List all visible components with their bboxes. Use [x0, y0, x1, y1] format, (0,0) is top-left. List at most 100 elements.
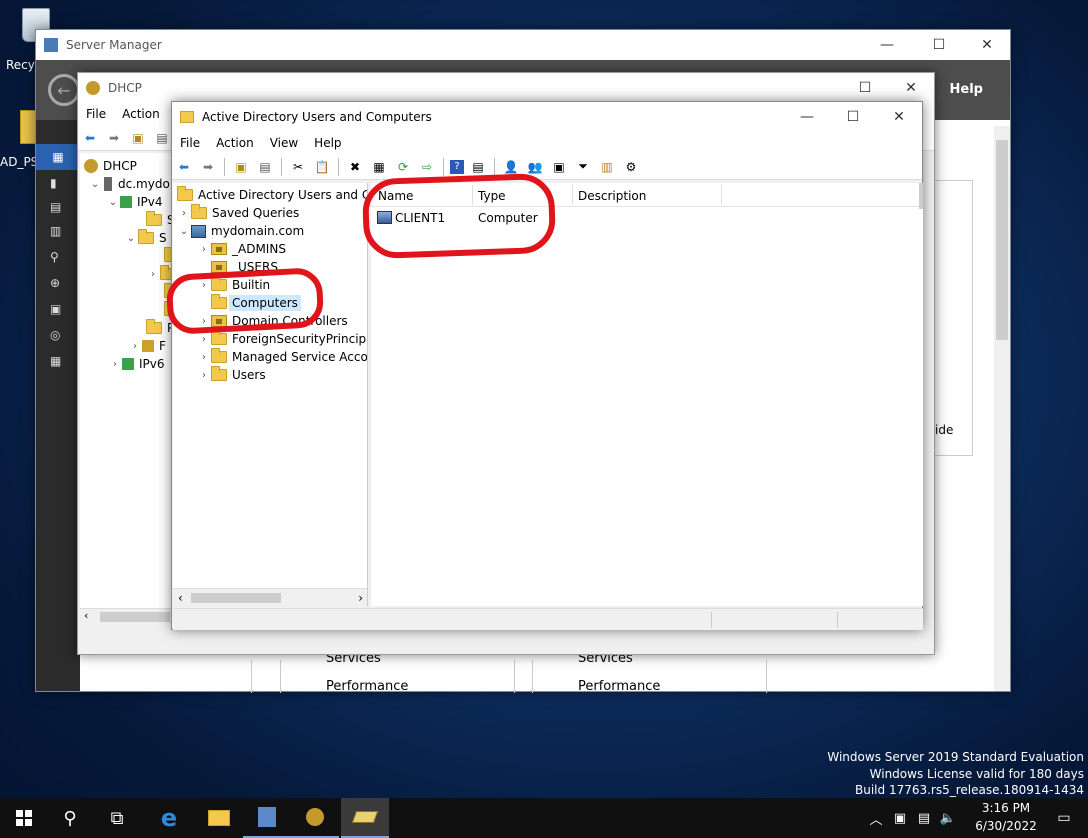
close-button[interactable]: ✕	[888, 73, 934, 103]
forward-arrow-icon[interactable]: ➡	[198, 158, 218, 176]
chevron-right-icon[interactable]: ›	[197, 370, 211, 381]
new-ou-icon[interactable]: ▣	[549, 158, 569, 176]
back-button[interactable]: ←	[48, 74, 80, 106]
up-folder-icon[interactable]: ▣	[128, 129, 148, 147]
dashboard-icon[interactable]: ▦	[36, 144, 80, 170]
export-list-icon[interactable]: ⇨	[417, 158, 437, 176]
show-tree-icon[interactable]: ▤	[152, 129, 172, 147]
clock-time[interactable]: 3:16 PM	[966, 801, 1046, 815]
delete-icon[interactable]: ✖	[345, 158, 365, 176]
close-button[interactable]: ✕	[964, 30, 1010, 60]
chevron-right-icon[interactable]: ›	[197, 352, 211, 363]
internet-explorer-icon[interactable]: e	[145, 798, 193, 838]
scroll-left-icon[interactable]: ‹	[178, 591, 183, 605]
chevron-right-icon[interactable]: ›	[128, 341, 142, 352]
task-view-icon[interactable]: ⧉	[93, 798, 141, 838]
back-arrow-icon[interactable]: ⬅	[174, 158, 194, 176]
chevron-down-icon[interactable]: ⌄	[124, 233, 138, 244]
tree-item-saved-queries[interactable]: › Saved Queries	[177, 204, 299, 222]
chevron-down-icon[interactable]: ⌄	[88, 179, 102, 190]
notification-icon[interactable]: ▭	[1040, 798, 1088, 838]
server-manager-taskbar-icon[interactable]	[243, 798, 291, 838]
scroll-right-icon[interactable]: ›	[358, 591, 363, 605]
menu-file[interactable]: File	[172, 136, 208, 150]
clipboard-icon[interactable]: 📋	[312, 158, 332, 176]
network-icon[interactable]: ▤	[912, 798, 936, 838]
add-to-group-icon[interactable]: ▥	[597, 158, 617, 176]
tree-item-users[interactable]: › Users	[197, 366, 266, 384]
tree-item-dhcp[interactable]: DHCP	[84, 157, 137, 175]
back-arrow-icon[interactable]: ⬅	[80, 129, 100, 147]
tree-item-root[interactable]: Active Directory Users and Com	[177, 186, 367, 204]
search-icon[interactable]: ⚲	[46, 798, 94, 838]
local-server-icon[interactable]: ▮	[50, 176, 57, 190]
tile-performance-link[interactable]: Performance	[326, 679, 408, 694]
tree-item-domain[interactable]: ⌄ mydomain.com	[177, 222, 304, 240]
tree-item-scope-expanded[interactable]: ⌄ S	[124, 229, 167, 247]
dhcp-role-icon[interactable]: ⚲	[50, 250, 59, 264]
chevron-right-icon[interactable]: ›	[108, 359, 122, 370]
column-header-description[interactable]: Description	[578, 189, 646, 203]
all-servers-icon[interactable]: ▤	[50, 200, 61, 214]
scroll-thumb[interactable]	[191, 593, 281, 603]
windows-start-icon[interactable]	[0, 798, 48, 838]
maximize-button[interactable]: ☐	[842, 73, 888, 103]
chevron-up-icon[interactable]: ︿	[864, 798, 888, 838]
chevron-right-icon[interactable]: ›	[177, 208, 191, 219]
up-folder-icon[interactable]: ▣	[231, 158, 251, 176]
chevron-right-icon[interactable]: ›	[197, 244, 211, 255]
tree-item-policies[interactable]: P	[146, 319, 174, 337]
dns-role-icon[interactable]: ⊕	[50, 276, 60, 290]
tree-item-ipv4[interactable]: ⌄ IPv4	[106, 193, 163, 211]
menu-action[interactable]: Action	[114, 107, 168, 121]
new-group-icon[interactable]: 👥	[525, 158, 545, 176]
tree-item-managed-service-accounts[interactable]: › Managed Service Accour	[197, 348, 367, 366]
file-services-icon[interactable]: ▣	[50, 302, 61, 316]
wsus-icon[interactable]: ▦	[50, 354, 61, 368]
scroll-left-icon[interactable]: ‹	[84, 609, 88, 622]
tree-item-admins[interactable]: › _ADMINS	[197, 240, 286, 258]
help-icon[interactable]: ?	[450, 159, 464, 174]
delegate-control-icon[interactable]: ⚙	[621, 158, 641, 176]
forward-arrow-icon[interactable]: ➡	[104, 129, 124, 147]
chevron-down-icon[interactable]: ⌄	[106, 197, 120, 208]
tree-item-foreign-security-principals[interactable]: › ForeignSecurityPrincipals	[197, 330, 367, 348]
menu-file[interactable]: File	[78, 107, 114, 121]
tree-item-filters[interactable]: › F	[128, 337, 166, 355]
minimize-button[interactable]: —	[864, 30, 910, 60]
filter-icon[interactable]: ⏷	[573, 158, 593, 176]
menu-view[interactable]: View	[262, 136, 306, 150]
scrollbar[interactable]	[994, 126, 1010, 691]
dhcp-taskbar-icon[interactable]	[291, 798, 339, 838]
server-manager-titlebar[interactable]: Server Manager — ☐ ✕	[36, 30, 1010, 60]
file-explorer-icon[interactable]	[195, 798, 243, 838]
tree-hscrollbar[interactable]: ‹ ›	[173, 588, 367, 606]
close-button[interactable]: ✕	[876, 102, 922, 132]
help-menu[interactable]: Help	[950, 82, 983, 97]
tile-performance-link[interactable]: Performance	[578, 679, 660, 694]
dhcp-hscrollbar[interactable]: ‹	[80, 608, 173, 624]
properties-icon[interactable]: ▦	[369, 158, 389, 176]
chevron-right-icon[interactable]: ›	[197, 334, 211, 345]
maximize-button[interactable]: ☐	[830, 102, 876, 132]
refresh-icon[interactable]: ⟳	[393, 158, 413, 176]
new-user-icon[interactable]: 👤	[501, 158, 521, 176]
aduc-taskbar-icon[interactable]	[341, 798, 389, 838]
tree-item-server[interactable]: ⌄ dc.mydo	[88, 175, 170, 193]
clock-date[interactable]: 6/30/2022	[966, 819, 1046, 833]
menu-action[interactable]: Action	[208, 136, 262, 150]
chevron-down-icon[interactable]: ⌄	[177, 226, 191, 237]
aduc-titlebar[interactable]: Active Directory Users and Computers — ☐…	[172, 102, 922, 132]
cut-icon[interactable]: ✂	[288, 158, 308, 176]
security-alert-icon[interactable]: ▣	[888, 798, 912, 838]
iis-icon[interactable]: ◎	[50, 328, 60, 342]
volume-muted-icon[interactable]: 🔈	[936, 798, 960, 838]
action-pane-icon[interactable]: ▤	[468, 158, 488, 176]
minimize-button[interactable]: —	[784, 102, 830, 132]
ad-ds-icon[interactable]: ▥	[50, 224, 61, 238]
dhcp-titlebar[interactable]: DHCP ☐ ✕	[78, 73, 934, 103]
menu-help[interactable]: Help	[306, 136, 349, 150]
show-tree-icon[interactable]: ▤	[255, 158, 275, 176]
maximize-button[interactable]: ☐	[916, 30, 962, 60]
list-vscrollbar[interactable]	[919, 183, 923, 209]
